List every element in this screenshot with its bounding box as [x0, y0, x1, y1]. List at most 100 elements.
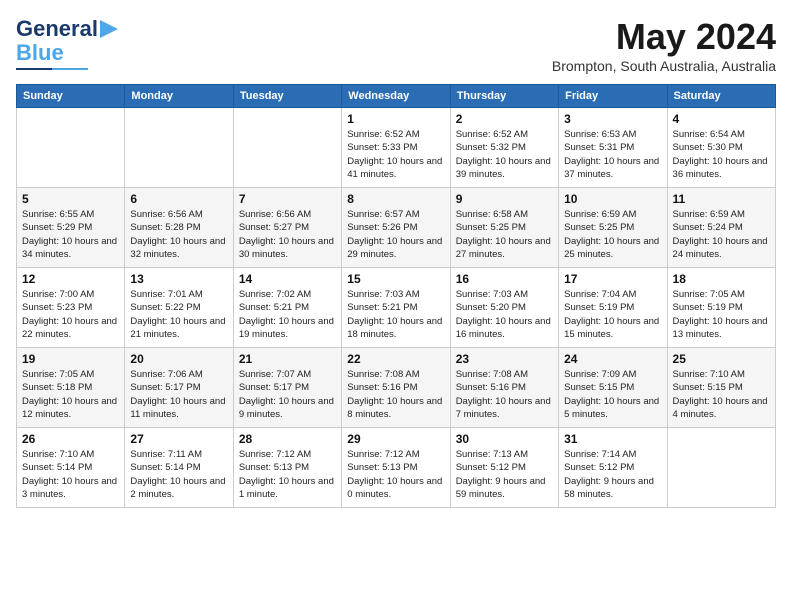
calendar-cell: 25 Sunrise: 7:10 AMSunset: 5:15 PMDayligh…: [667, 348, 775, 428]
calendar-cell: 12Sunrise: 7:00 AMSunset: 5:23 PMDayligh…: [17, 268, 125, 348]
calendar-cell: [125, 108, 233, 188]
day-info: Sunrise: 7:09 AMSunset: 5:15 PMDaylight:…: [564, 368, 661, 421]
day-number: 1: [347, 112, 444, 126]
day-number: 6: [130, 192, 227, 206]
calendar-header-saturday: Saturday: [667, 85, 775, 108]
day-number: 25: [673, 352, 770, 366]
day-number: 15: [347, 272, 444, 286]
calendar-cell: 10 Sunrise: 6:59 AMSunset: 5:25 PMDayligh…: [559, 188, 667, 268]
day-number: 29: [347, 432, 444, 446]
day-number: 20: [130, 352, 227, 366]
calendar-cell: 30 Sunrise: 7:13 AMSunset: 5:12 PMDayligh…: [450, 428, 558, 508]
day-info: Sunrise: 7:05 AMSunset: 5:19 PMDaylight:…: [673, 288, 770, 341]
calendar-week-3: 12Sunrise: 7:00 AMSunset: 5:23 PMDayligh…: [17, 268, 776, 348]
calendar-header-wednesday: Wednesday: [342, 85, 450, 108]
calendar-cell: [233, 108, 341, 188]
day-info: Sunrise: 6:54 AMSunset: 5:30 PMDaylight:…: [673, 128, 770, 181]
day-number: 17: [564, 272, 661, 286]
calendar-cell: 31Sunrise: 7:14 AMSunset: 5:12 PMDayligh…: [559, 428, 667, 508]
month-title: May 2024: [552, 16, 776, 58]
calendar-cell: 27 Sunrise: 7:11 AMSunset: 5:14 PMDayligh…: [125, 428, 233, 508]
calendar-cell: 3 Sunrise: 6:53 AMSunset: 5:31 PMDaylight…: [559, 108, 667, 188]
day-info: Sunrise: 7:04 AMSunset: 5:19 PMDaylight:…: [564, 288, 661, 341]
day-number: 30: [456, 432, 553, 446]
calendar-cell: 1Sunrise: 6:52 AMSunset: 5:33 PMDaylight…: [342, 108, 450, 188]
day-number: 3: [564, 112, 661, 126]
calendar-header-sunday: Sunday: [17, 85, 125, 108]
calendar-cell: 23 Sunrise: 7:08 AMSunset: 5:16 PMDayligh…: [450, 348, 558, 428]
calendar-cell: 19 Sunrise: 7:05 AMSunset: 5:18 PMDayligh…: [17, 348, 125, 428]
day-info: Sunrise: 7:07 AMSunset: 5:17 PMDaylight:…: [239, 368, 336, 421]
day-info: Sunrise: 7:00 AMSunset: 5:23 PMDaylight:…: [22, 288, 119, 341]
calendar-cell: 11Sunrise: 6:59 AMSunset: 5:24 PMDayligh…: [667, 188, 775, 268]
day-info: Sunrise: 7:01 AMSunset: 5:22 PMDaylight:…: [130, 288, 227, 341]
calendar-header-friday: Friday: [559, 85, 667, 108]
calendar-cell: 14 Sunrise: 7:02 AMSunset: 5:21 PMDayligh…: [233, 268, 341, 348]
calendar-header-row: SundayMondayTuesdayWednesdayThursdayFrid…: [17, 85, 776, 108]
calendar-week-4: 19 Sunrise: 7:05 AMSunset: 5:18 PMDayligh…: [17, 348, 776, 428]
day-number: 27: [130, 432, 227, 446]
day-info: Sunrise: 7:08 AMSunset: 5:16 PMDaylight:…: [347, 368, 444, 421]
calendar-body: 1Sunrise: 6:52 AMSunset: 5:33 PMDaylight…: [17, 108, 776, 508]
day-info: Sunrise: 6:55 AMSunset: 5:29 PMDaylight:…: [22, 208, 119, 261]
calendar-cell: 29 Sunrise: 7:12 AMSunset: 5:13 PMDayligh…: [342, 428, 450, 508]
day-info: Sunrise: 6:59 AMSunset: 5:25 PMDaylight:…: [564, 208, 661, 261]
day-info: Sunrise: 7:11 AMSunset: 5:14 PMDaylight:…: [130, 448, 227, 501]
day-info: Sunrise: 6:58 AMSunset: 5:25 PMDaylight:…: [456, 208, 553, 261]
day-info: Sunrise: 7:05 AMSunset: 5:18 PMDaylight:…: [22, 368, 119, 421]
day-info: Sunrise: 7:06 AMSunset: 5:17 PMDaylight:…: [130, 368, 227, 421]
day-number: 23: [456, 352, 553, 366]
logo-divider: [16, 68, 88, 70]
calendar-cell: 5Sunrise: 6:55 AMSunset: 5:29 PMDaylight…: [17, 188, 125, 268]
calendar-cell: 6 Sunrise: 6:56 AMSunset: 5:28 PMDaylight…: [125, 188, 233, 268]
day-number: 13: [130, 272, 227, 286]
calendar-table: SundayMondayTuesdayWednesdayThursdayFrid…: [16, 84, 776, 508]
calendar-cell: 24Sunrise: 7:09 AMSunset: 5:15 PMDayligh…: [559, 348, 667, 428]
calendar-cell: 17 Sunrise: 7:04 AMSunset: 5:19 PMDayligh…: [559, 268, 667, 348]
day-number: 16: [456, 272, 553, 286]
day-info: Sunrise: 7:08 AMSunset: 5:16 PMDaylight:…: [456, 368, 553, 421]
day-number: 22: [347, 352, 444, 366]
calendar-cell: 9 Sunrise: 6:58 AMSunset: 5:25 PMDaylight…: [450, 188, 558, 268]
day-info: Sunrise: 6:56 AMSunset: 5:27 PMDaylight:…: [239, 208, 336, 261]
day-number: 10: [564, 192, 661, 206]
day-number: 18: [673, 272, 770, 286]
calendar-week-5: 26Sunrise: 7:10 AMSunset: 5:14 PMDayligh…: [17, 428, 776, 508]
calendar-cell: 13 Sunrise: 7:01 AMSunset: 5:22 PMDayligh…: [125, 268, 233, 348]
calendar-header-monday: Monday: [125, 85, 233, 108]
day-number: 9: [456, 192, 553, 206]
calendar-cell: 4 Sunrise: 6:54 AMSunset: 5:30 PMDaylight…: [667, 108, 775, 188]
day-info: Sunrise: 7:13 AMSunset: 5:12 PMDaylight:…: [456, 448, 553, 501]
day-number: 4: [673, 112, 770, 126]
day-info: Sunrise: 7:12 AMSunset: 5:13 PMDaylight:…: [239, 448, 336, 501]
calendar-cell: 2Sunrise: 6:52 AMSunset: 5:32 PMDaylight…: [450, 108, 558, 188]
day-info: Sunrise: 7:03 AMSunset: 5:21 PMDaylight:…: [347, 288, 444, 341]
calendar-cell: 7 Sunrise: 6:56 AMSunset: 5:27 PMDaylight…: [233, 188, 341, 268]
day-info: Sunrise: 6:56 AMSunset: 5:28 PMDaylight:…: [130, 208, 227, 261]
calendar-cell: 8Sunrise: 6:57 AMSunset: 5:26 PMDaylight…: [342, 188, 450, 268]
day-info: Sunrise: 7:12 AMSunset: 5:13 PMDaylight:…: [347, 448, 444, 501]
calendar-header-thursday: Thursday: [450, 85, 558, 108]
logo-text-general: General: [16, 16, 98, 42]
day-number: 26: [22, 432, 119, 446]
calendar-week-2: 5Sunrise: 6:55 AMSunset: 5:29 PMDaylight…: [17, 188, 776, 268]
day-info: Sunrise: 6:53 AMSunset: 5:31 PMDaylight:…: [564, 128, 661, 181]
day-info: Sunrise: 7:02 AMSunset: 5:21 PMDaylight:…: [239, 288, 336, 341]
title-block: May 2024 Brompton, South Australia, Aust…: [552, 16, 776, 74]
page-header: General Blue May 2024 Brompton, South Au…: [16, 16, 776, 74]
day-number: 21: [239, 352, 336, 366]
calendar-week-1: 1Sunrise: 6:52 AMSunset: 5:33 PMDaylight…: [17, 108, 776, 188]
day-number: 7: [239, 192, 336, 206]
calendar-header-tuesday: Tuesday: [233, 85, 341, 108]
location-title: Brompton, South Australia, Australia: [552, 58, 776, 74]
day-number: 14: [239, 272, 336, 286]
day-info: Sunrise: 7:10 AMSunset: 5:15 PMDaylight:…: [673, 368, 770, 421]
calendar-cell: 26Sunrise: 7:10 AMSunset: 5:14 PMDayligh…: [17, 428, 125, 508]
logo-text-blue: Blue: [16, 40, 64, 66]
calendar-cell: 18 Sunrise: 7:05 AMSunset: 5:19 PMDayligh…: [667, 268, 775, 348]
day-number: 28: [239, 432, 336, 446]
day-number: 19: [22, 352, 119, 366]
day-info: Sunrise: 6:59 AMSunset: 5:24 PMDaylight:…: [673, 208, 770, 261]
day-info: Sunrise: 7:03 AMSunset: 5:20 PMDaylight:…: [456, 288, 553, 341]
day-info: Sunrise: 6:52 AMSunset: 5:32 PMDaylight:…: [456, 128, 553, 181]
